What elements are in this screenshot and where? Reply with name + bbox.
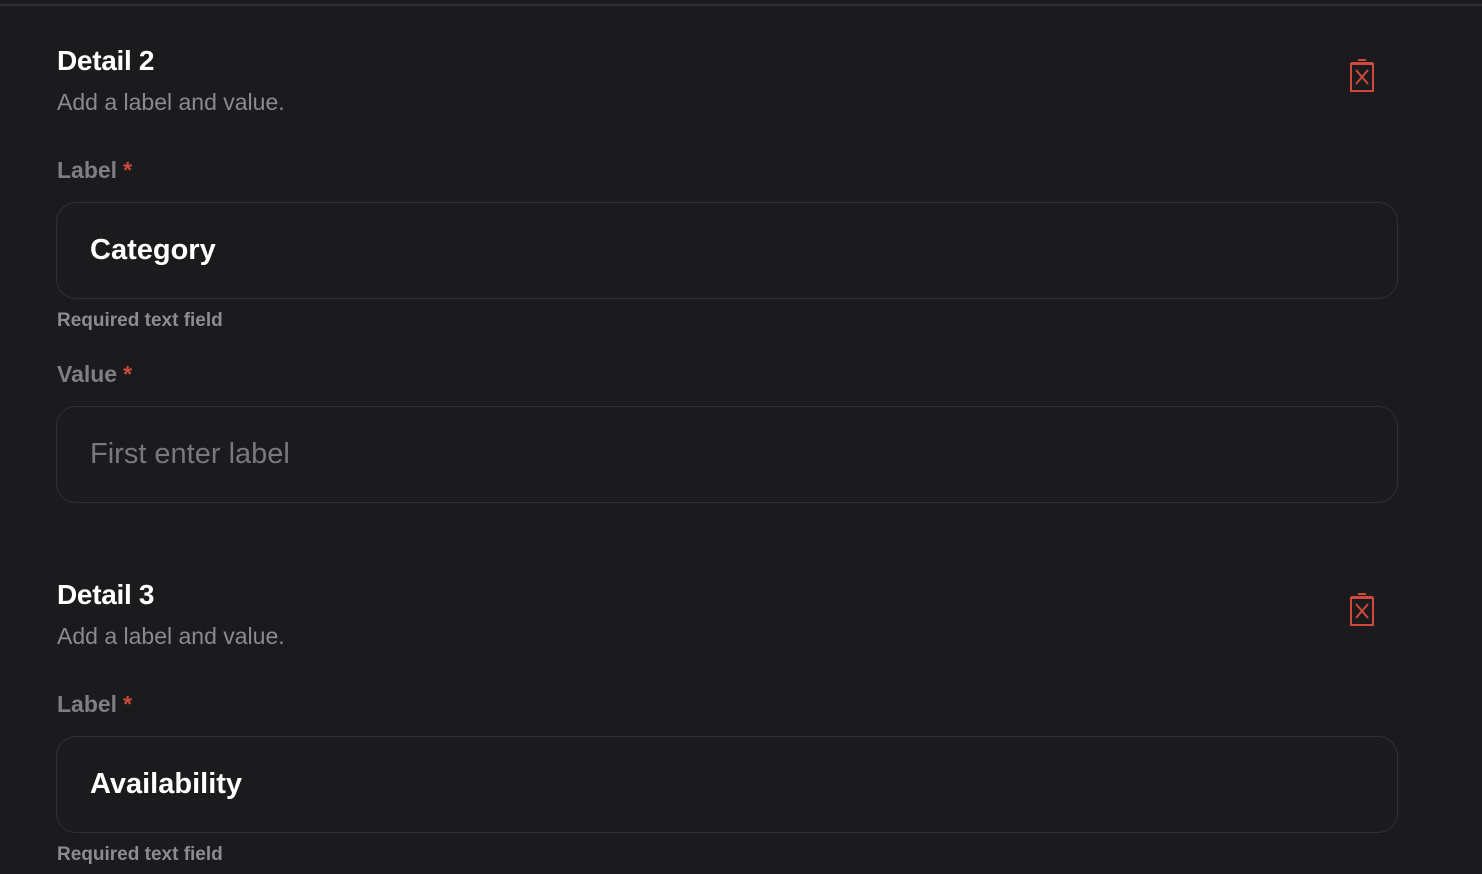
section-subtitle: Add a label and value. xyxy=(57,623,285,649)
delete-detail-button[interactable] xyxy=(1347,58,1377,98)
label-field-label: Label * xyxy=(57,691,132,718)
delete-detail-button[interactable] xyxy=(1347,592,1377,632)
section-title: Detail 2 xyxy=(57,45,155,76)
label-text: Label xyxy=(57,157,118,183)
top-divider xyxy=(0,4,1482,6)
label-input[interactable] xyxy=(56,202,1398,299)
detail-section-3: Detail 3 Add a label and value. Label* R… xyxy=(56,579,1399,874)
required-asterisk: * xyxy=(123,361,133,387)
section-title: Detail 3 xyxy=(57,579,155,610)
label-input[interactable] xyxy=(56,736,1398,833)
value-label-text: Value xyxy=(57,361,118,387)
detail-section-2: Detail 2 Add a label and value. Label* R… xyxy=(56,45,1399,505)
label-field-label: Label * xyxy=(57,157,132,184)
label-text: Label xyxy=(57,691,118,717)
trash-x-icon xyxy=(1348,592,1376,632)
section-subtitle: Add a label and value. xyxy=(57,89,285,115)
helper-text: Required text field xyxy=(57,310,223,331)
value-input[interactable] xyxy=(56,406,1398,503)
helper-text: Required text field xyxy=(57,844,223,865)
trash-x-icon xyxy=(1348,58,1376,98)
required-asterisk: * xyxy=(123,691,133,717)
value-field-label: Value * xyxy=(57,361,132,388)
required-asterisk: * xyxy=(123,157,133,183)
